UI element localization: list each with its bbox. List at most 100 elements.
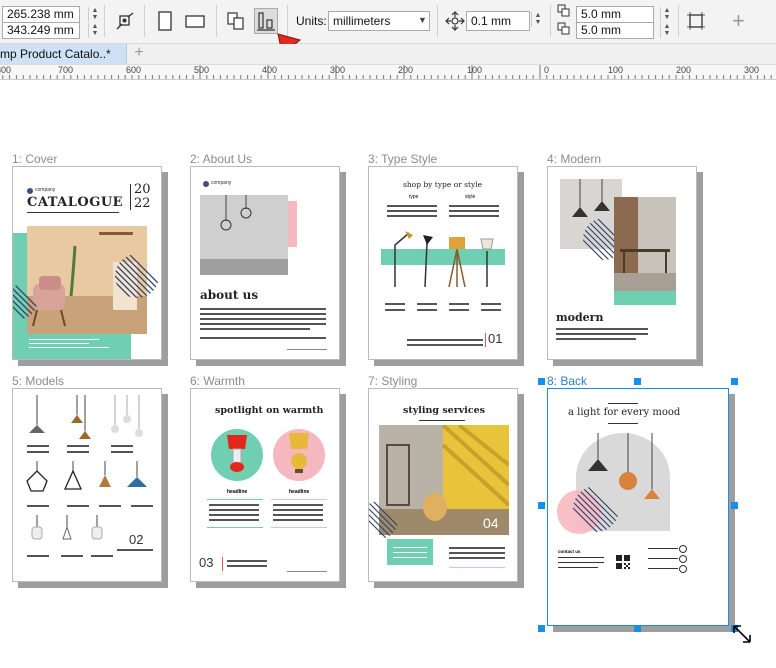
column-header: type bbox=[409, 194, 419, 200]
text-line bbox=[67, 451, 89, 453]
add-button[interactable]: + bbox=[732, 8, 745, 34]
warmth-lamps bbox=[211, 429, 325, 481]
duplicate-x-field[interactable]: 5.0 mm bbox=[576, 6, 654, 23]
page-thumbnail-models[interactable]: 02 bbox=[12, 388, 162, 582]
text-line bbox=[209, 514, 259, 516]
company-logo-icon bbox=[203, 181, 209, 187]
page-label[interactable]: 5: Models bbox=[12, 374, 64, 388]
social-icon bbox=[679, 555, 687, 563]
page-thumbnail-cover[interactable]: company CATALOGUE 20 22 bbox=[12, 166, 162, 360]
page-thumbnail-back[interactable]: a light for every mood contact us bbox=[547, 388, 729, 626]
separator bbox=[104, 5, 105, 37]
text-line bbox=[27, 505, 49, 507]
selection-handle[interactable] bbox=[538, 378, 545, 385]
text-line bbox=[29, 343, 89, 344]
page-sorter-canvas[interactable]: 1: Cover 2: About Us 3: Type Style 4: Mo… bbox=[0, 80, 776, 668]
text-line bbox=[227, 560, 267, 562]
text-line bbox=[111, 451, 133, 453]
separator bbox=[678, 5, 679, 37]
page-thumbnail-warmth[interactable]: spotlight on warmth headline headline 03 bbox=[190, 388, 340, 582]
page-number: 04 bbox=[483, 515, 499, 531]
text-line bbox=[67, 445, 89, 447]
portrait-orientation-icon[interactable] bbox=[153, 9, 177, 33]
text-line bbox=[449, 210, 499, 212]
text-line bbox=[61, 555, 83, 557]
text-line bbox=[393, 557, 427, 558]
text-line bbox=[131, 505, 153, 507]
duplicate-y-icon bbox=[556, 21, 574, 39]
page-number: 01 bbox=[488, 331, 503, 346]
ruler-label: 500 bbox=[194, 65, 210, 75]
page-label[interactable]: 7: Styling bbox=[368, 374, 417, 388]
selection-handle[interactable] bbox=[634, 625, 641, 632]
text-line bbox=[558, 557, 604, 558]
selection-handle[interactable] bbox=[538, 502, 545, 509]
text-line bbox=[648, 548, 678, 549]
width-spinner[interactable]: ▲ ▼ bbox=[88, 7, 101, 22]
resize-cursor-icon bbox=[733, 625, 751, 643]
page-label[interactable]: 1: Cover bbox=[12, 152, 57, 166]
page-frame-icon[interactable] bbox=[684, 9, 708, 33]
landscape-orientation-icon[interactable] bbox=[183, 9, 207, 33]
page-thumbnail-type-style[interactable]: shop by type or style type style 01 bbox=[368, 166, 518, 360]
duplicate-y-spinner[interactable]: ▲ ▼ bbox=[660, 23, 673, 38]
year-divider bbox=[130, 184, 131, 210]
horizontal-ruler[interactable]: 800 700 600 500 400 300 200 100 0 100 20… bbox=[0, 65, 776, 80]
page-label[interactable]: 3: Type Style bbox=[368, 152, 437, 166]
column-headline: headline bbox=[289, 489, 310, 495]
number-divider bbox=[485, 333, 486, 347]
page-thumbnail-modern[interactable]: modern bbox=[547, 166, 697, 360]
modern-photo-right bbox=[614, 197, 676, 291]
ruler-label: 800 bbox=[0, 65, 12, 75]
text-line bbox=[393, 547, 427, 548]
units-dropdown[interactable]: millimeters bbox=[328, 11, 430, 31]
text-line bbox=[29, 339, 99, 340]
company-name: company bbox=[35, 187, 56, 193]
text-line bbox=[417, 309, 437, 311]
pink-accent bbox=[287, 201, 297, 247]
page-thumbnail-styling[interactable]: styling services 04 bbox=[368, 388, 518, 582]
divider bbox=[608, 403, 638, 404]
company-name: company bbox=[211, 180, 232, 186]
page-label[interactable]: 2: About Us bbox=[190, 152, 252, 166]
page-label[interactable]: 8: Back bbox=[547, 374, 587, 388]
text-line bbox=[387, 215, 437, 217]
lock-ratio-icon[interactable] bbox=[113, 9, 137, 33]
about-photo bbox=[200, 195, 288, 275]
apply-all-pages-icon[interactable] bbox=[224, 9, 248, 33]
selection-handle[interactable] bbox=[538, 625, 545, 632]
width-field[interactable]: 265.238 mm bbox=[2, 6, 80, 23]
ruler-label: 400 bbox=[262, 65, 278, 75]
selection-handle[interactable] bbox=[731, 502, 738, 509]
section-title: shop by type or style bbox=[403, 180, 483, 189]
nudge-field[interactable]: 0.1 mm bbox=[466, 11, 530, 31]
nudge-spinner[interactable]: ▲ ▼ bbox=[531, 12, 544, 27]
text-line bbox=[200, 337, 326, 339]
text-line bbox=[648, 558, 678, 559]
selection-handle[interactable] bbox=[731, 378, 738, 385]
duplicate-y-field[interactable]: 5.0 mm bbox=[576, 22, 654, 39]
page-thumbnail-about-us[interactable]: company about us bbox=[190, 166, 340, 360]
tab-document[interactable]: mp Product Catalo..* bbox=[0, 44, 127, 64]
ruler-label: 300 bbox=[744, 65, 760, 75]
ruler-label: 0 bbox=[544, 65, 550, 75]
page-number: 03 bbox=[199, 555, 214, 570]
chevron-down-icon[interactable]: ▼ bbox=[418, 15, 427, 25]
text-line bbox=[407, 344, 483, 346]
page-label[interactable]: 6: Warmth bbox=[190, 374, 245, 388]
footer-line bbox=[287, 571, 327, 572]
new-tab-button[interactable]: + bbox=[128, 44, 150, 64]
ruler-label: 300 bbox=[330, 65, 346, 75]
social-icon bbox=[679, 545, 687, 553]
page-label[interactable]: 4: Modern bbox=[547, 152, 601, 166]
height-spinner[interactable]: ▲ ▼ bbox=[88, 23, 101, 38]
selection-handle[interactable] bbox=[634, 378, 641, 385]
separator bbox=[550, 5, 551, 37]
cover-title: CATALOGUE bbox=[27, 195, 124, 210]
duplicate-x-spinner[interactable]: ▲ ▼ bbox=[660, 7, 673, 22]
height-field[interactable]: 343.249 mm bbox=[2, 22, 80, 39]
accent-rule bbox=[207, 499, 263, 500]
company-logo-icon bbox=[27, 188, 33, 194]
nudge-distance-icon bbox=[443, 9, 467, 33]
text-line bbox=[387, 205, 437, 207]
